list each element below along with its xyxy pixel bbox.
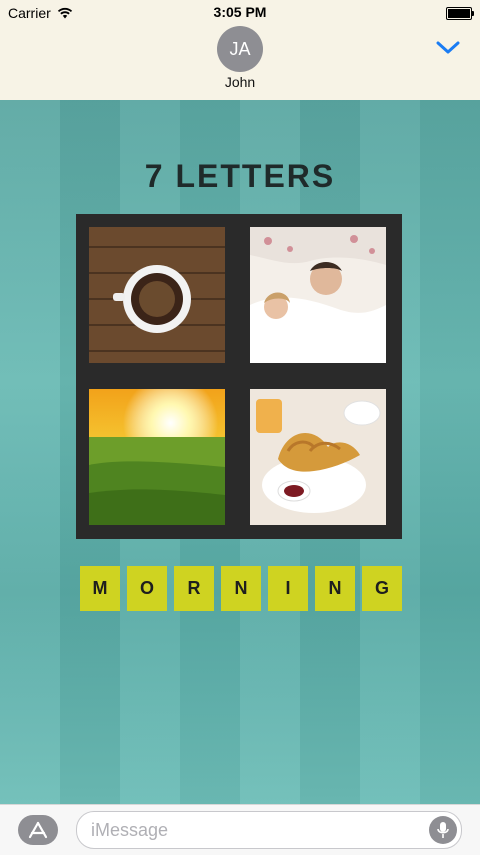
app-store-icon — [28, 821, 48, 839]
chevron-down-icon[interactable] — [436, 40, 460, 56]
message-input[interactable]: iMessage — [76, 811, 462, 849]
contact-name[interactable]: John — [0, 74, 480, 90]
answer-letter[interactable]: G — [362, 566, 402, 611]
image-grid — [76, 214, 402, 539]
answer-letter[interactable]: M — [80, 566, 120, 611]
answer-tiles: M O R N I N G — [80, 566, 402, 611]
answer-letter[interactable]: N — [221, 566, 261, 611]
microphone-icon — [437, 822, 449, 838]
couple-waking-image — [250, 227, 386, 363]
header-bar: Carrier 3:05 PM JA John — [0, 0, 480, 100]
clock: 3:05 PM — [213, 4, 267, 20]
coffee-cup-image — [89, 227, 225, 363]
answer-letter[interactable]: O — [127, 566, 167, 611]
croissant-breakfast-image — [250, 389, 386, 525]
sunrise-field-image — [89, 389, 225, 525]
puzzle-title: 7 LETTERS — [144, 158, 336, 194]
message-placeholder: iMessage — [91, 820, 169, 840]
battery-icon — [446, 7, 474, 20]
answer-letter[interactable]: I — [268, 566, 308, 611]
microphone-button[interactable] — [429, 816, 457, 844]
answer-letter[interactable]: R — [174, 566, 214, 611]
answer-letter[interactable]: N — [315, 566, 355, 611]
status-bar: Carrier 3:05 PM — [0, 0, 480, 26]
message-composer: iMessage — [0, 804, 480, 855]
avatar[interactable]: JA — [217, 26, 263, 72]
app-store-button[interactable] — [18, 815, 58, 845]
